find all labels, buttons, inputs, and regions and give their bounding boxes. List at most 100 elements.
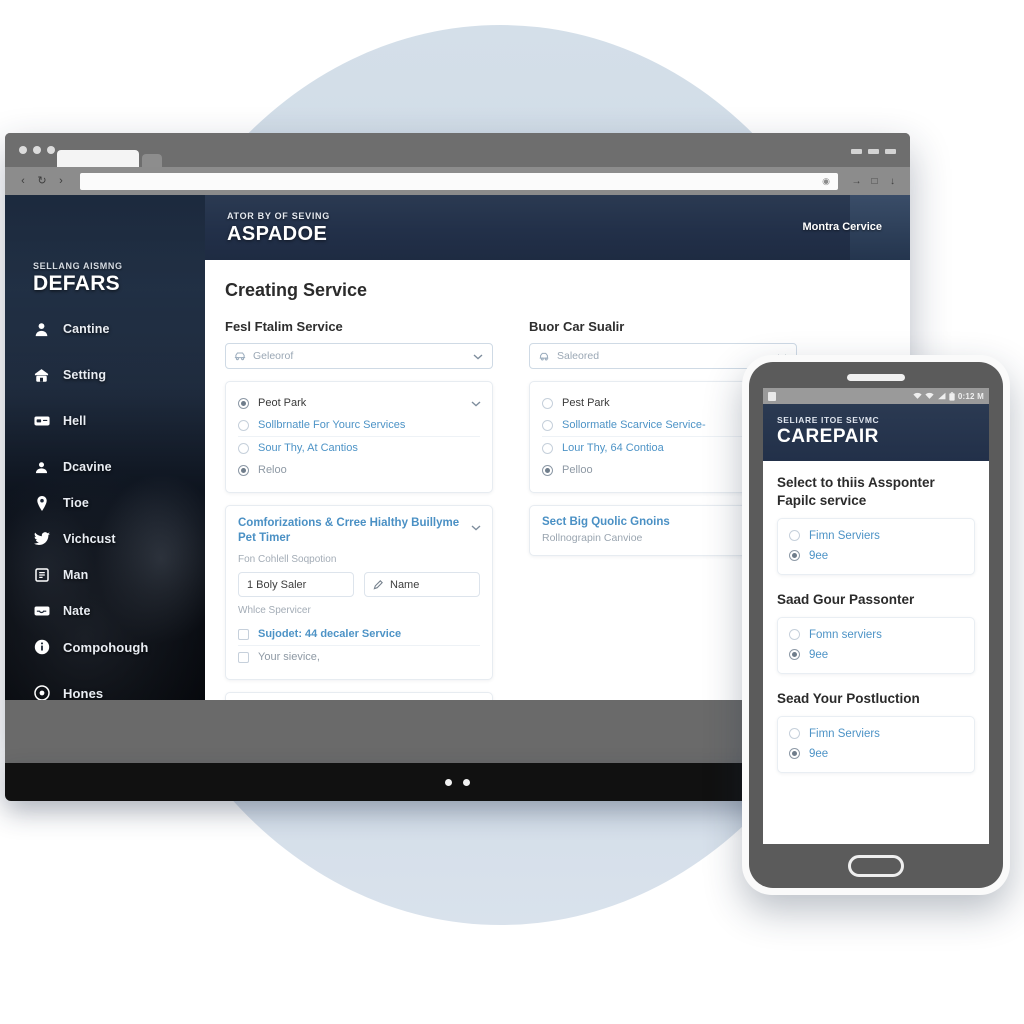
phone-home-button[interactable] — [848, 855, 904, 877]
radio-icon[interactable] — [789, 649, 800, 661]
list-icon — [33, 568, 50, 583]
radio-icon[interactable] — [789, 530, 800, 542]
radio-icon[interactable] — [789, 629, 800, 641]
left-service-select[interactable]: Geleorof — [225, 343, 493, 369]
menu-icon[interactable]: ↓ — [887, 176, 898, 187]
option-label: Peot Park — [258, 397, 307, 409]
close-dot[interactable] — [19, 146, 27, 154]
sidebar-item-hones[interactable]: Hones — [33, 681, 203, 700]
option-row[interactable]: Sour Thy, At Cantios — [238, 436, 480, 459]
right-car-select-value: Saleored — [557, 350, 600, 362]
option-row[interactable]: 9ee — [789, 645, 963, 665]
phone-speaker — [847, 374, 905, 381]
option-row[interactable]: Sollbrnatle For Yourc Services — [238, 414, 480, 436]
car-icon — [234, 351, 246, 361]
radio-icon[interactable] — [789, 550, 800, 562]
sidebar-item-setting[interactable]: Setting — [33, 363, 203, 387]
option-label: Fimn Serviers — [809, 727, 880, 740]
page-title: Creating Service — [225, 280, 368, 300]
user-icon — [33, 322, 50, 337]
option-label: Sollormatle Scarvice Service- — [562, 419, 706, 431]
chevron-down-icon[interactable] — [471, 394, 481, 412]
sidebar-item-compohough[interactable]: Compohough — [33, 635, 203, 659]
radio-icon[interactable] — [542, 464, 553, 476]
share-icon[interactable]: → — [851, 176, 862, 187]
sidebar-item-hell[interactable]: Hell — [33, 409, 203, 433]
forward-icon[interactable]: › — [55, 175, 67, 187]
minimize-dot[interactable] — [33, 146, 41, 154]
maximize-dot[interactable] — [47, 146, 55, 154]
card-icon — [33, 414, 50, 429]
option-row[interactable]: 9ee — [789, 744, 963, 764]
back-icon[interactable]: ‹ — [17, 175, 29, 187]
option-row[interactable]: Fimn Serviers — [789, 526, 963, 546]
radio-icon[interactable] — [789, 748, 800, 760]
app-header-title: ASPADOE — [227, 223, 328, 245]
option-row[interactable]: Fomn serviers — [789, 625, 963, 645]
checkbox-icon[interactable] — [238, 651, 249, 663]
left-column: Fesl Ftalim Service Geleorof Peot Park S… — [225, 319, 493, 700]
phone-option-card: Fomn serviers 9ee — [777, 616, 975, 674]
option-row[interactable]: Reloo — [238, 459, 480, 481]
sidebar-item-cantine[interactable]: Cantine — [33, 317, 203, 341]
radio-icon[interactable] — [238, 442, 249, 454]
radio-icon[interactable] — [542, 442, 553, 454]
browser-tabstrip[interactable] — [57, 150, 165, 167]
home-icon — [33, 368, 50, 383]
sidebar-item-nate[interactable]: Nate — [33, 599, 203, 623]
quantity-field[interactable]: 1 Boly Saler — [238, 572, 354, 598]
app-header-kicker: ATOR BY OF SEVING — [227, 211, 330, 221]
restore-button[interactable] — [868, 149, 879, 154]
window-controls[interactable] — [19, 146, 55, 154]
name-field[interactable]: Name — [364, 572, 480, 598]
radio-icon[interactable] — [789, 728, 800, 740]
sidebar-item-label: Dcavine — [63, 460, 112, 474]
browser-titlebar — [5, 133, 910, 167]
bookmark-icon[interactable]: □ — [869, 176, 880, 187]
sidebar-item-man[interactable]: Man — [33, 563, 203, 587]
browser-tab-active[interactable] — [57, 150, 139, 167]
inbox-icon — [33, 604, 50, 619]
phone-screen: 0:12 M SELIARE ITOE SEVMC CAREPAIR Selec… — [763, 388, 989, 844]
users-icon — [33, 460, 50, 475]
status-left — [768, 391, 776, 401]
option-label: Your sievice, — [258, 651, 320, 664]
sidebar-item-dcavine[interactable]: Dcavine — [33, 455, 203, 479]
radio-icon[interactable] — [542, 419, 553, 431]
left-service-select-value: Geleorof — [253, 350, 294, 362]
phone-option-card: Fimn Serviers 9ee — [777, 517, 975, 575]
app-header-link[interactable]: Montra Cervice — [803, 221, 882, 233]
radio-icon[interactable] — [238, 419, 249, 431]
app-sidebar: SELLANG AISMNG DEFARS Cantine Setting He… — [5, 195, 205, 700]
left-card-details-heading: Comforizations & Crree Hialthy Buillyme … — [238, 517, 460, 545]
radio-icon[interactable] — [542, 397, 553, 409]
checkbox-icon[interactable] — [238, 628, 249, 640]
option-row[interactable]: Fimn Serviers — [789, 724, 963, 744]
option-row[interactable]: Sujodet: 44 decaler Service — [238, 623, 480, 645]
status-right: 0:12 M — [913, 392, 984, 401]
option-label: 9ee — [809, 549, 829, 562]
address-bar[interactable]: ◉ — [80, 172, 838, 190]
radio-icon[interactable] — [238, 464, 249, 476]
left-card-options: Peot Park Sollbrnatle For Yourc Services… — [225, 381, 493, 493]
phone-section-title: Saad Gour Passonter — [777, 591, 915, 607]
brand-kicker: SELLANG AISMNG — [33, 261, 123, 271]
option-row[interactable]: 9ee — [789, 546, 963, 566]
chevron-down-icon[interactable] — [471, 518, 481, 536]
phone-section-title: Select to thiis Assponter Fapilc service — [777, 475, 935, 508]
option-label: Reloo — [258, 464, 287, 476]
close-button[interactable] — [885, 149, 896, 154]
reload-icon[interactable]: ↻ — [36, 175, 48, 187]
option-row[interactable]: Peot Park — [238, 392, 480, 414]
minimize-button[interactable] — [851, 149, 862, 154]
sidebar-item-vichcust[interactable]: Vichcust — [33, 527, 203, 551]
window-buttons-right[interactable] — [851, 149, 896, 154]
option-row[interactable]: Your sievice, — [238, 645, 480, 668]
sidebar-item-tioe[interactable]: Tioe — [33, 491, 203, 515]
option-label: 9ee — [809, 747, 829, 760]
sidebar-item-label: Vichcust — [63, 532, 116, 546]
radio-icon[interactable] — [238, 397, 249, 409]
option-label: Fimn Serviers — [809, 529, 880, 542]
target-icon — [33, 685, 50, 700]
new-tab-button[interactable] — [142, 154, 162, 167]
